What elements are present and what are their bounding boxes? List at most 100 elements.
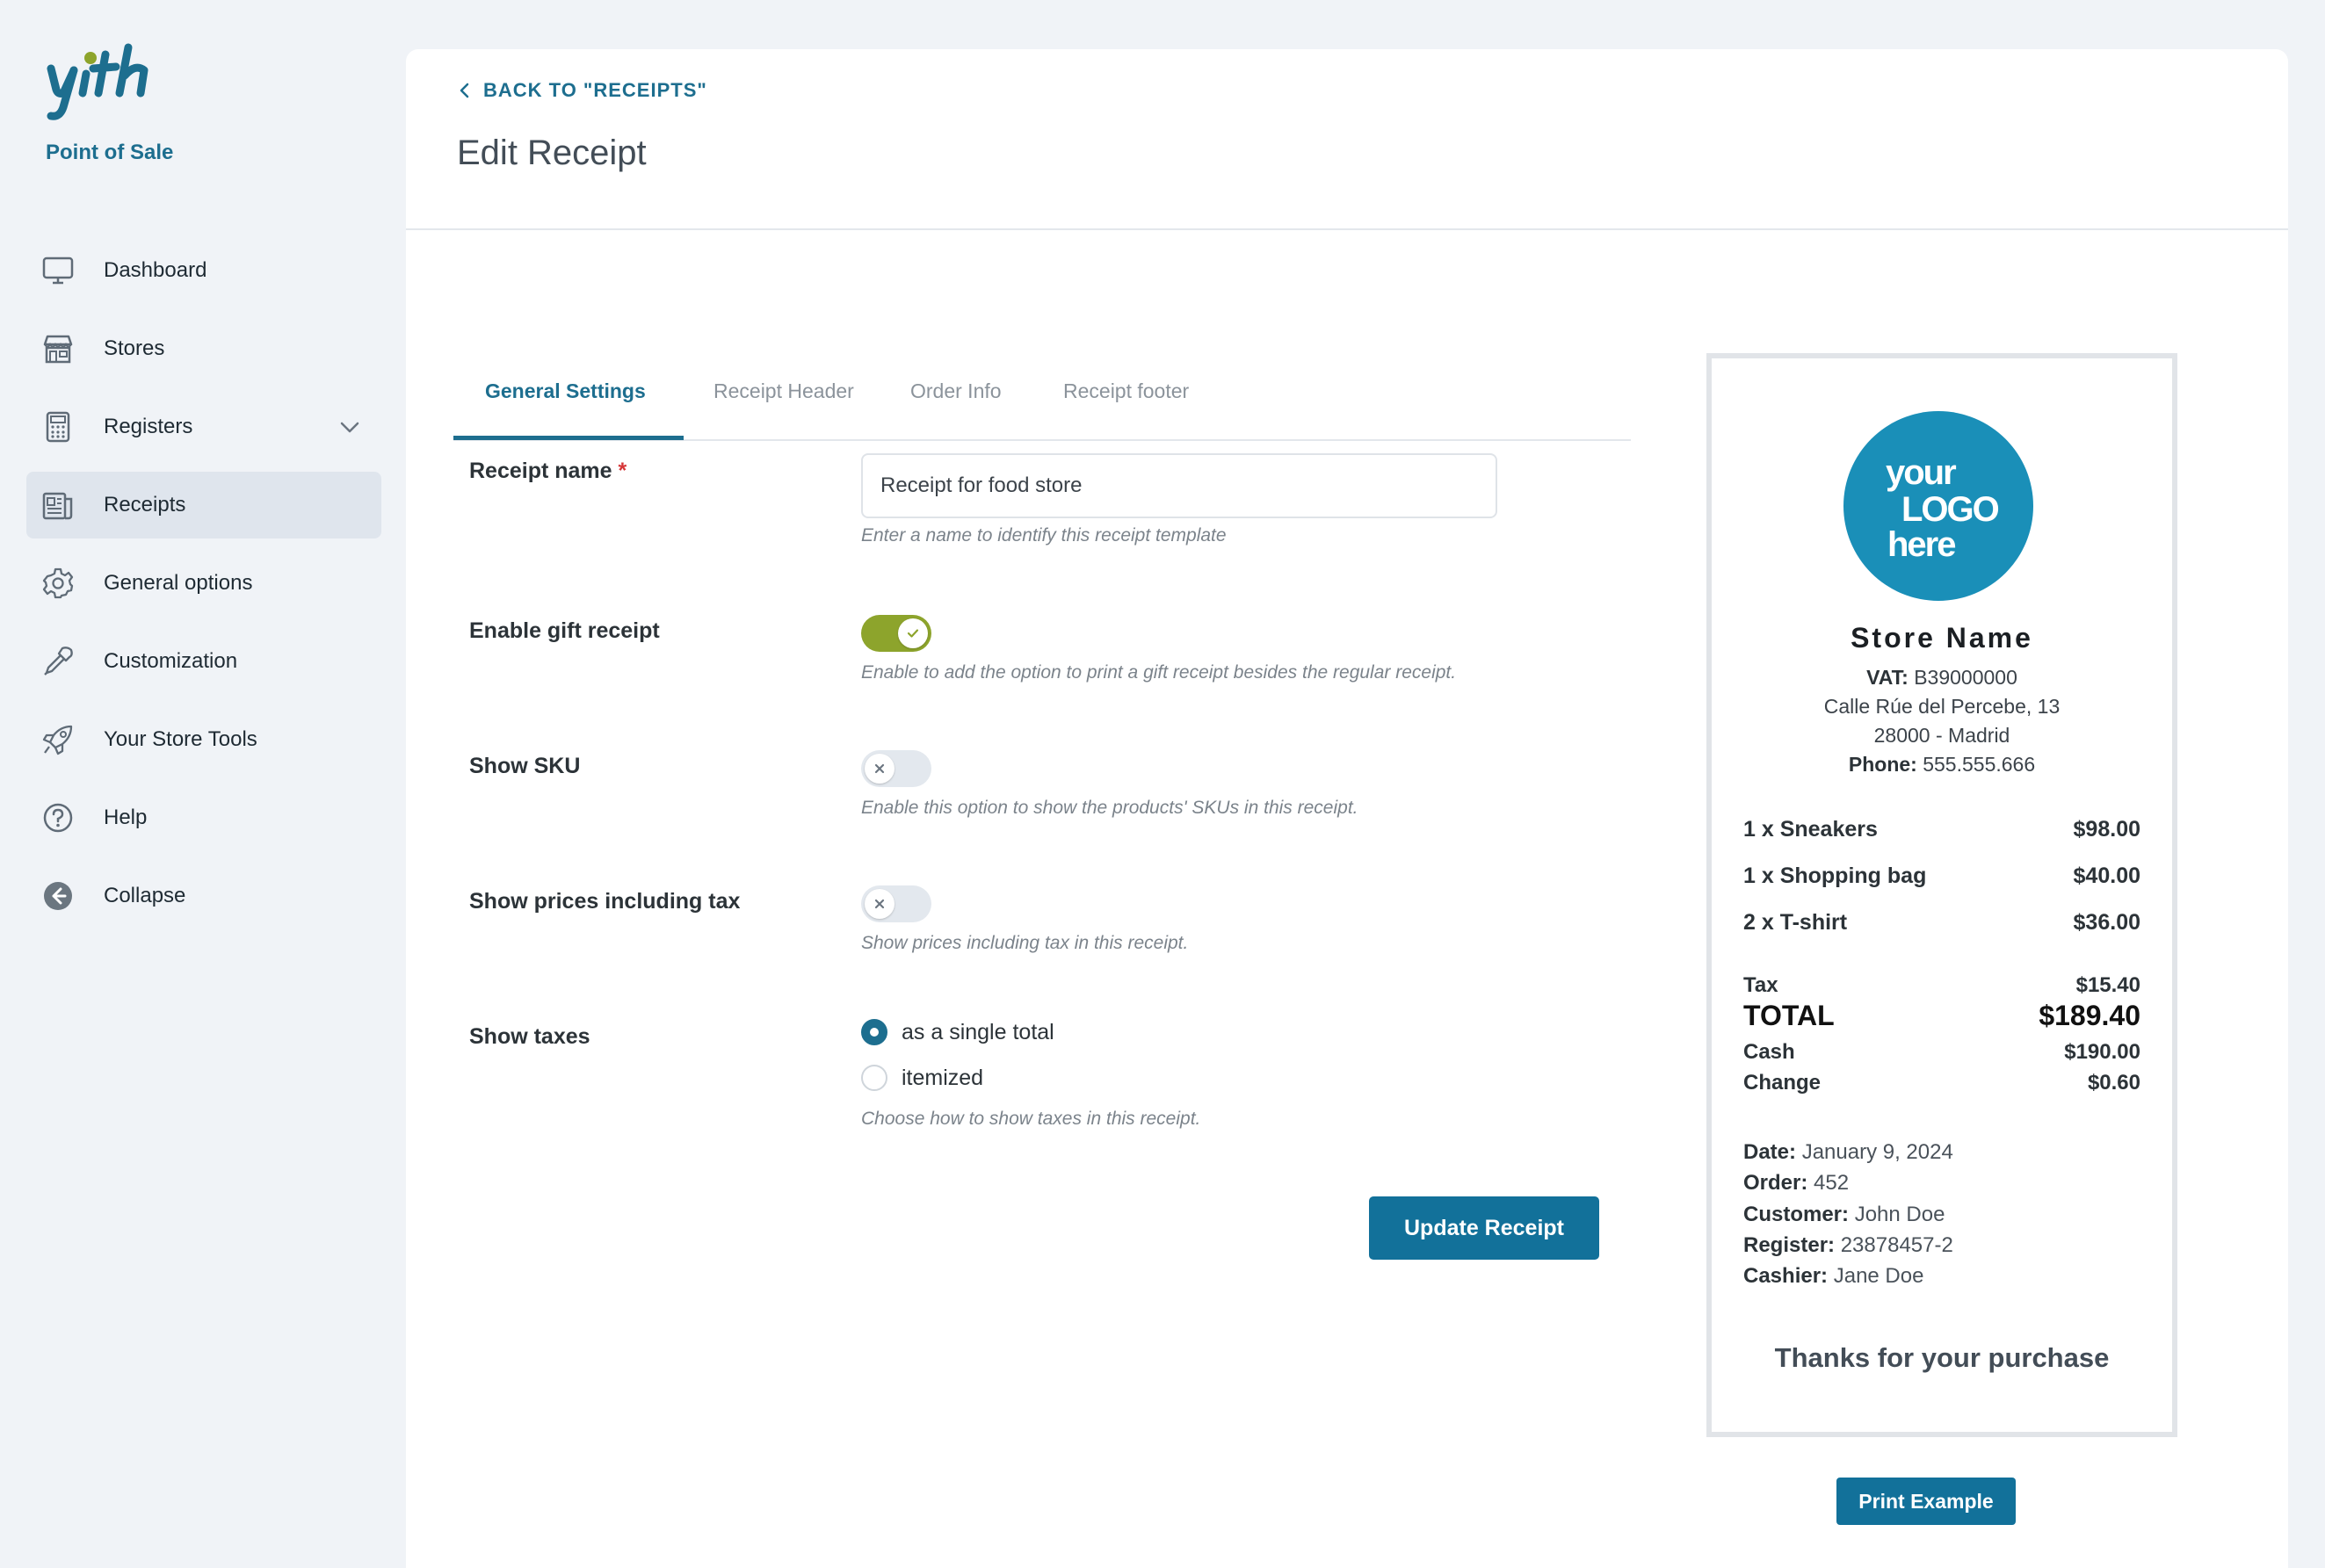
receipt-item: 2 x T-shirt $36.00 <box>1743 910 2140 936</box>
radio-single-total[interactable]: as a single total <box>861 1019 1054 1045</box>
show-taxes-hint: Choose how to show taxes in this receipt… <box>861 1109 1201 1129</box>
item-name: 1 x Sneakers <box>1743 817 1878 842</box>
receipt-item: 1 x Sneakers $98.00 <box>1743 817 2140 842</box>
tax-label: Tax <box>1743 973 1778 997</box>
register-line: Register: 23878457-2 <box>1743 1233 1953 1258</box>
sidebar-item-receipts[interactable]: Receipts <box>26 472 381 538</box>
date-value: January 9, 2024 <box>1801 1140 1953 1164</box>
receipt-icon <box>40 488 76 523</box>
sidebar-item-label: Your Store Tools <box>104 727 257 751</box>
logo-line: your <box>1886 453 1957 492</box>
receipt-item: 1 x Shopping bag $40.00 <box>1743 863 2140 889</box>
tab-receipt-footer[interactable]: Receipt footer <box>1063 379 1189 403</box>
radio-button[interactable] <box>861 1065 887 1091</box>
tax-row: Tax $15.40 <box>1743 973 2140 998</box>
sidebar-item-label: Help <box>104 806 148 829</box>
update-receipt-button[interactable]: Update Receipt <box>1369 1196 1599 1260</box>
tab-receipt-header[interactable]: Receipt Header <box>713 379 854 403</box>
eyedropper-icon <box>40 644 76 679</box>
store-address-line2: 28000 - Madrid <box>1873 724 2010 747</box>
sidebar-item-label: Collapse <box>104 884 186 907</box>
order-line: Order: 452 <box>1743 1171 1849 1196</box>
show-sku-label: Show SKU <box>469 754 581 778</box>
receipt-name-label-text: Receipt name <box>469 459 612 483</box>
order-label: Order: <box>1743 1171 1808 1195</box>
sidebar-item-registers[interactable]: Registers <box>26 394 381 460</box>
cashier-label: Cashier: <box>1743 1264 1829 1288</box>
sidebar-nav: Dashboard Stores Registers Receipts Gene… <box>26 237 381 941</box>
receipt-name-hint: Enter a name to identify this receipt te… <box>861 525 1227 546</box>
cash-value: $190.00 <box>2064 1040 2140 1064</box>
sidebar: Point of Sale Dashboard Stores Registers <box>0 0 404 1568</box>
store-icon <box>40 331 76 366</box>
calculator-icon <box>40 409 76 444</box>
monitor-icon <box>40 253 76 288</box>
register-label: Register: <box>1743 1233 1836 1257</box>
tab-order-info[interactable]: Order Info <box>910 379 1002 403</box>
thanks-message: Thanks for your purchase <box>1774 1342 2110 1373</box>
chevron-left-icon <box>460 83 469 98</box>
sidebar-item-label: Stores <box>104 336 165 360</box>
page-header: BACK TO "RECEIPTS" Edit Receipt <box>406 49 2288 230</box>
chevron-down-icon[interactable] <box>337 415 362 439</box>
back-link-label: BACK TO "RECEIPTS" <box>483 79 707 101</box>
sidebar-item-label: Registers <box>104 415 193 438</box>
date-label: Date: <box>1743 1140 1797 1164</box>
store-name: Store Name <box>1851 622 2033 654</box>
cashier-value: Jane Doe <box>1833 1264 1924 1288</box>
sidebar-item-customization[interactable]: Customization <box>26 628 381 695</box>
yith-logo[interactable] <box>44 42 167 126</box>
tab-general-settings[interactable]: General Settings <box>485 379 646 403</box>
phone-value: 555.555.666 <box>1923 753 2036 776</box>
show-sku-hint: Enable this option to show the products'… <box>861 798 1358 818</box>
sidebar-item-store-tools[interactable]: Your Store Tools <box>26 706 381 773</box>
sidebar-item-dashboard[interactable]: Dashboard <box>26 237 381 304</box>
change-label: Change <box>1743 1071 1822 1095</box>
register-value: 23878457-2 <box>1840 1233 1953 1257</box>
gift-receipt-label: Enable gift receipt <box>469 618 660 643</box>
receipt-preview: your LOGO here Store Name VAT: B39000000… <box>1706 353 2177 1437</box>
item-price: $98.00 <box>2073 817 2140 842</box>
sidebar-item-label: Dashboard <box>104 258 207 282</box>
customer-value: John Doe <box>1854 1203 1945 1226</box>
print-example-button[interactable]: Print Example <box>1836 1478 2016 1525</box>
radio-button[interactable] <box>861 1019 887 1045</box>
logo-placeholder: your LOGO here <box>1843 411 2033 601</box>
phone-label: Phone: <box>1848 753 1917 776</box>
receipt-name-label: Receipt name * <box>469 459 627 484</box>
sidebar-item-stores[interactable]: Stores <box>26 315 381 382</box>
total-value: $189.40 <box>2039 1000 2140 1031</box>
sidebar-item-general-options[interactable]: General options <box>26 550 381 617</box>
item-name: 2 x T-shirt <box>1743 910 1848 935</box>
item-price: $40.00 <box>2073 863 2140 888</box>
date-line: Date: January 9, 2024 <box>1743 1140 1953 1165</box>
customer-label: Customer: <box>1743 1203 1850 1226</box>
change-value: $0.60 <box>2087 1071 2140 1095</box>
sidebar-item-label: Customization <box>104 649 238 673</box>
x-icon <box>865 754 895 784</box>
tax-value: $15.40 <box>2075 973 2140 997</box>
order-value: 452 <box>1814 1171 1850 1195</box>
required-mark: * <box>618 459 627 483</box>
show-prices-tax-toggle[interactable] <box>861 885 931 922</box>
radio-label: itemized <box>902 1065 984 1090</box>
gift-receipt-hint: Enable to add the option to print a gift… <box>861 662 1457 683</box>
logo-line: LOGO <box>1901 490 2000 529</box>
radio-label: as a single total <box>902 1019 1054 1044</box>
gift-receipt-toggle[interactable] <box>861 615 931 652</box>
show-sku-toggle[interactable] <box>861 750 931 787</box>
logo-line: here <box>1887 525 1956 564</box>
vat-label: VAT: <box>1866 666 1909 689</box>
back-to-receipts-link[interactable]: BACK TO "RECEIPTS" <box>457 79 707 102</box>
total-label: TOTAL <box>1743 1000 1835 1031</box>
store-vat: VAT: B39000000 <box>1712 666 2172 690</box>
sidebar-item-collapse[interactable]: Collapse <box>26 863 381 929</box>
app-name: Point of Sale <box>46 141 174 164</box>
show-taxes-label: Show taxes <box>469 1024 590 1049</box>
customer-line: Customer: John Doe <box>1743 1203 1945 1227</box>
sidebar-item-help[interactable]: Help <box>26 784 381 851</box>
total-row: TOTAL $189.40 <box>1743 1000 2140 1032</box>
help-icon <box>40 800 76 835</box>
radio-itemized[interactable]: itemized <box>861 1065 983 1091</box>
receipt-name-input[interactable] <box>861 453 1497 518</box>
